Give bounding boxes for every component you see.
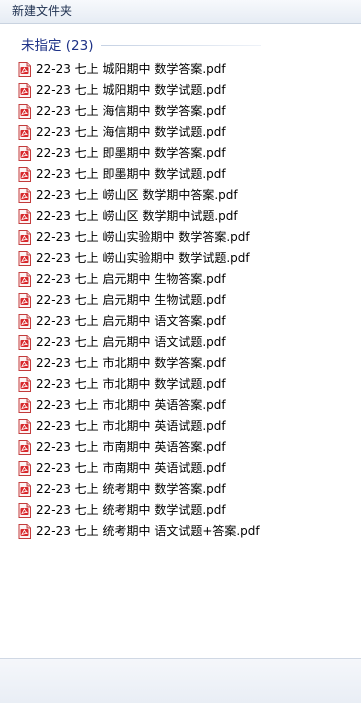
new-folder-button[interactable]: 新建文件夹 xyxy=(6,3,78,20)
file-item[interactable]: 22-23 七上 城阳期中 数学答案.pdf xyxy=(18,59,260,80)
file-list: 22-23 七上 城阳期中 数学答案.pdf 22-23 七上 城阳期中 数学试… xyxy=(18,59,260,542)
file-name: 22-23 七上 崂山实验期中 数学答案.pdf xyxy=(36,230,250,244)
file-name: 22-23 七上 启元期中 生物试题.pdf xyxy=(36,293,226,307)
pdf-file-icon xyxy=(18,419,31,434)
pdf-file-icon xyxy=(18,188,31,203)
file-name: 22-23 七上 统考期中 数学答案.pdf xyxy=(36,482,226,496)
file-name: 22-23 七上 城阳期中 数学答案.pdf xyxy=(36,62,226,76)
pdf-file-icon xyxy=(18,524,31,539)
file-item[interactable]: 22-23 七上 启元期中 生物答案.pdf xyxy=(18,269,260,290)
file-item[interactable]: 22-23 七上 启元期中 语文试题.pdf xyxy=(18,332,260,353)
file-item[interactable]: 22-23 七上 海信期中 数学试题.pdf xyxy=(18,122,260,143)
file-name: 22-23 七上 市南期中 英语试题.pdf xyxy=(36,461,226,475)
file-name: 22-23 七上 海信期中 数学答案.pdf xyxy=(36,104,226,118)
file-name: 22-23 七上 海信期中 数学试题.pdf xyxy=(36,125,226,139)
group-header[interactable]: 未指定 (23) xyxy=(21,35,261,55)
pdf-file-icon xyxy=(18,293,31,308)
pdf-file-icon xyxy=(18,146,31,161)
file-name: 22-23 七上 统考期中 数学试题.pdf xyxy=(36,503,226,517)
pdf-file-icon xyxy=(18,398,31,413)
pdf-file-icon xyxy=(18,356,31,371)
file-item[interactable]: 22-23 七上 海信期中 数学答案.pdf xyxy=(18,101,260,122)
file-item[interactable]: 22-23 七上 启元期中 语文答案.pdf xyxy=(18,311,260,332)
file-item[interactable]: 22-23 七上 市北期中 英语答案.pdf xyxy=(18,395,260,416)
pdf-file-icon xyxy=(18,335,31,350)
file-item[interactable]: 22-23 七上 即墨期中 数学试题.pdf xyxy=(18,164,260,185)
pdf-file-icon xyxy=(18,125,31,140)
file-name: 22-23 七上 城阳期中 数学试题.pdf xyxy=(36,83,226,97)
file-name: 22-23 七上 即墨期中 数学试题.pdf xyxy=(36,167,226,181)
status-bar xyxy=(0,658,361,703)
pdf-file-icon xyxy=(18,272,31,287)
file-item[interactable]: 22-23 七上 城阳期中 数学试题.pdf xyxy=(18,80,260,101)
file-name: 22-23 七上 统考期中 语文试题+答案.pdf xyxy=(36,524,260,538)
file-item[interactable]: 22-23 七上 统考期中 语文试题+答案.pdf xyxy=(18,521,260,542)
pdf-file-icon xyxy=(18,209,31,224)
pdf-file-icon xyxy=(18,230,31,245)
file-item[interactable]: 22-23 七上 崂山区 数学期中试题.pdf xyxy=(18,206,260,227)
file-name: 22-23 七上 市北期中 数学试题.pdf xyxy=(36,377,226,391)
file-name: 22-23 七上 启元期中 生物答案.pdf xyxy=(36,272,226,286)
file-item[interactable]: 22-23 七上 崂山实验期中 数学答案.pdf xyxy=(18,227,260,248)
file-item[interactable]: 22-23 七上 市南期中 英语答案.pdf xyxy=(18,437,260,458)
file-item[interactable]: 22-23 七上 启元期中 生物试题.pdf xyxy=(18,290,260,311)
file-item[interactable]: 22-23 七上 统考期中 数学试题.pdf xyxy=(18,500,260,521)
file-item[interactable]: 22-23 七上 市北期中 数学试题.pdf xyxy=(18,374,260,395)
pdf-file-icon xyxy=(18,83,31,98)
file-name: 22-23 七上 崂山区 数学期中答案.pdf xyxy=(36,188,238,202)
file-item[interactable]: 22-23 七上 即墨期中 数学答案.pdf xyxy=(18,143,260,164)
file-name: 22-23 七上 市南期中 英语答案.pdf xyxy=(36,440,226,454)
pdf-file-icon xyxy=(18,503,31,518)
file-item[interactable]: 22-23 七上 市北期中 英语试题.pdf xyxy=(18,416,260,437)
file-name: 22-23 七上 启元期中 语文试题.pdf xyxy=(36,335,226,349)
group-divider xyxy=(101,45,261,46)
file-name: 22-23 七上 崂山实验期中 数学试题.pdf xyxy=(36,251,250,265)
group-title: 未指定 (23) xyxy=(21,38,100,54)
pdf-file-icon xyxy=(18,104,31,119)
file-item[interactable]: 22-23 七上 崂山区 数学期中答案.pdf xyxy=(18,185,260,206)
pdf-file-icon xyxy=(18,62,31,77)
pdf-file-icon xyxy=(18,461,31,476)
file-item[interactable]: 22-23 七上 市北期中 数学答案.pdf xyxy=(18,353,260,374)
file-item[interactable]: 22-23 七上 崂山实验期中 数学试题.pdf xyxy=(18,248,260,269)
file-name: 22-23 七上 崂山区 数学期中试题.pdf xyxy=(36,209,238,223)
pdf-file-icon xyxy=(18,251,31,266)
file-name: 22-23 七上 市北期中 英语试题.pdf xyxy=(36,419,226,433)
file-name: 22-23 七上 市北期中 数学答案.pdf xyxy=(36,356,226,370)
pdf-file-icon xyxy=(18,482,31,497)
file-name: 22-23 七上 市北期中 英语答案.pdf xyxy=(36,398,226,412)
toolbar: 新建文件夹 xyxy=(0,0,361,24)
pdf-file-icon xyxy=(18,167,31,182)
file-list-pane: 未指定 (23) 22-23 七上 城阳期中 数学答案.pdf 22-23 七上… xyxy=(0,24,361,658)
file-name: 22-23 七上 即墨期中 数学答案.pdf xyxy=(36,146,226,160)
file-item[interactable]: 22-23 七上 市南期中 英语试题.pdf xyxy=(18,458,260,479)
file-name: 22-23 七上 启元期中 语文答案.pdf xyxy=(36,314,226,328)
pdf-file-icon xyxy=(18,314,31,329)
pdf-file-icon xyxy=(18,377,31,392)
file-item[interactable]: 22-23 七上 统考期中 数学答案.pdf xyxy=(18,479,260,500)
pdf-file-icon xyxy=(18,440,31,455)
